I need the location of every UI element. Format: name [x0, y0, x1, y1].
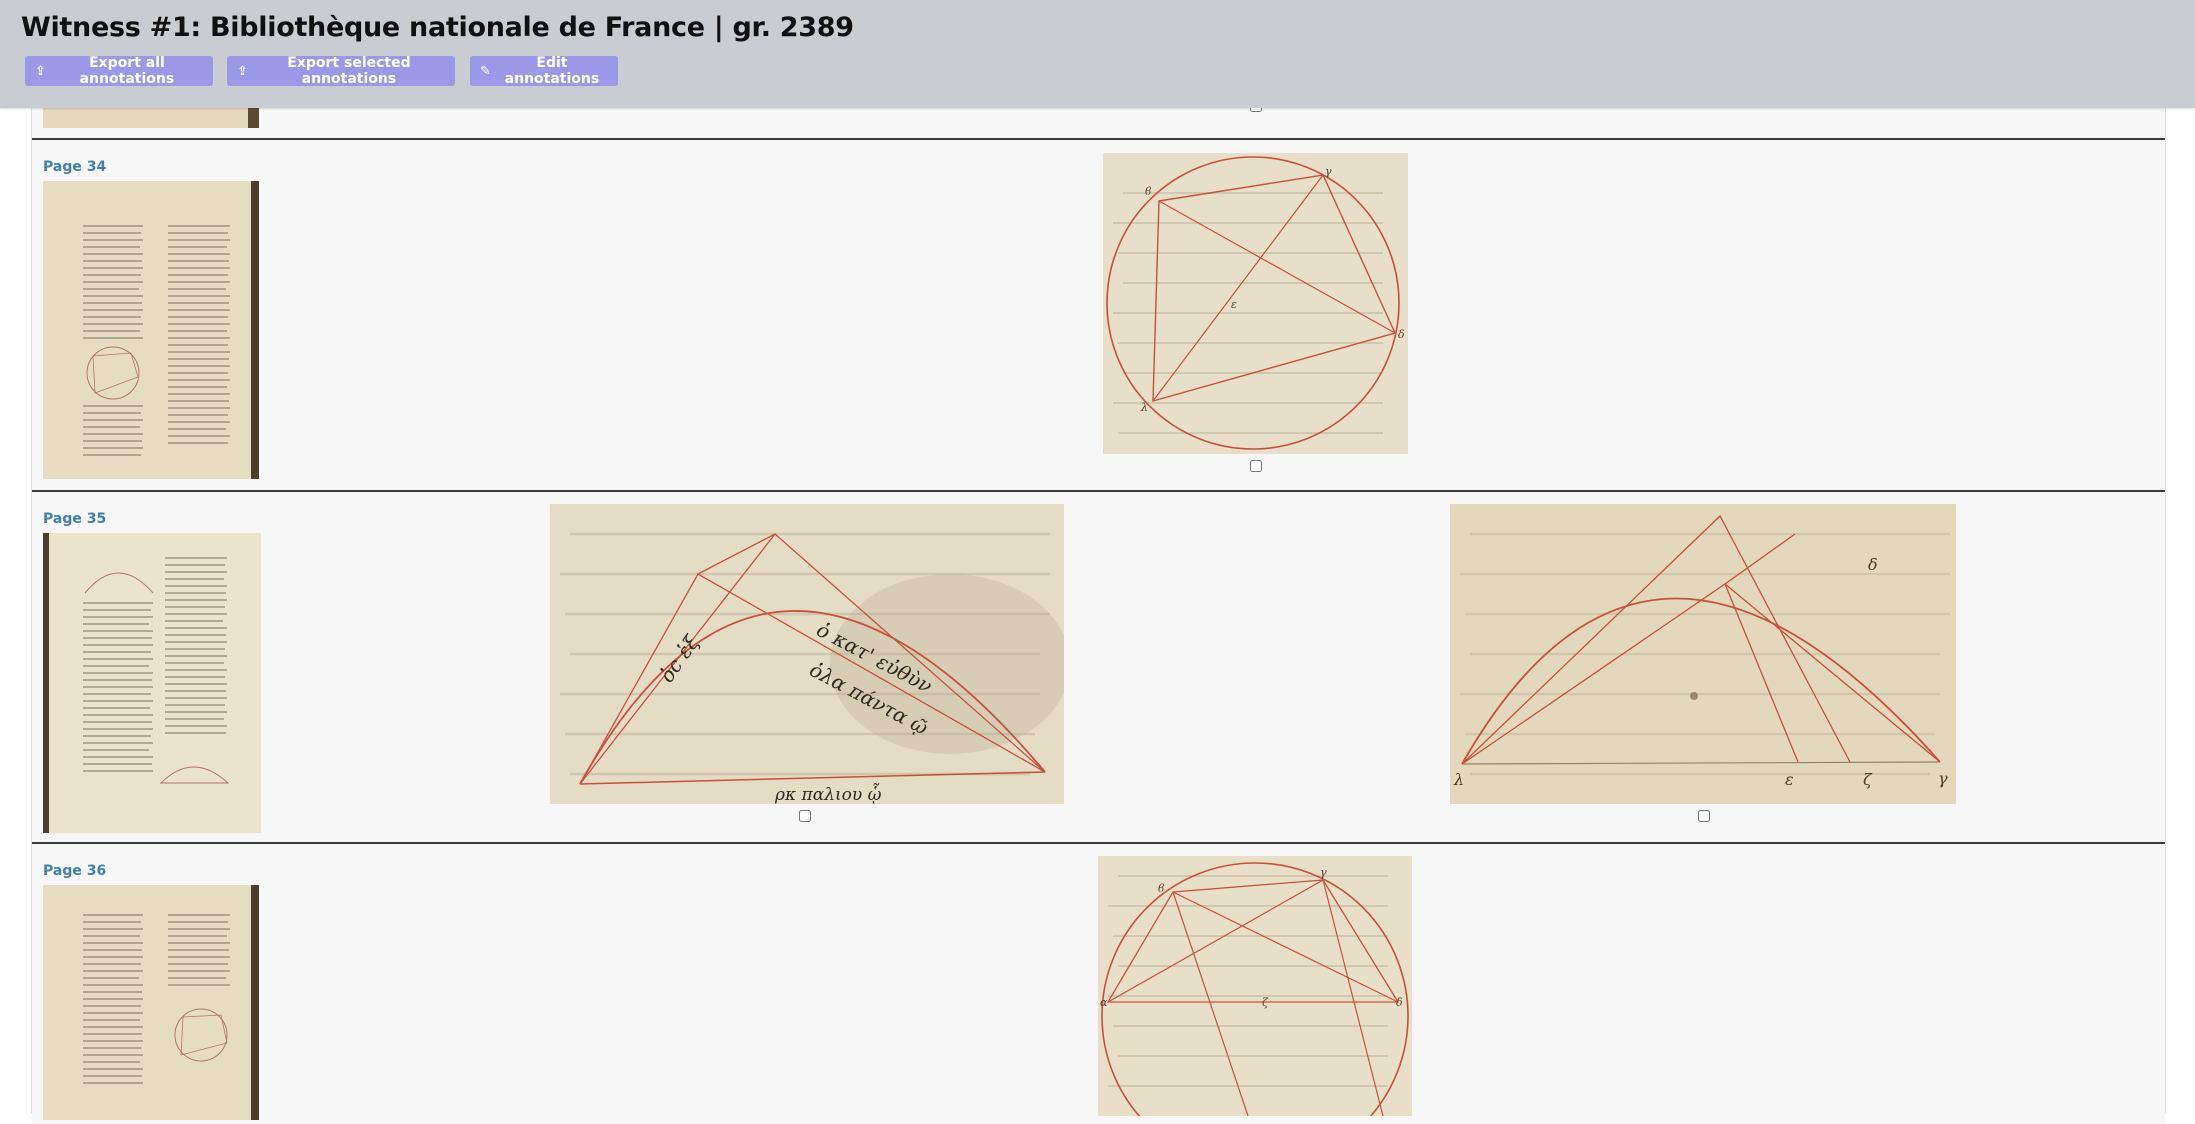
pencil-icon: ✎	[480, 63, 491, 79]
svg-text:ε: ε	[1785, 770, 1794, 789]
annotation-select-checkbox[interactable]	[799, 810, 811, 822]
svg-text:ϐ: ϐ	[1145, 185, 1152, 198]
annotation-image[interactable]: λ ε ζ γ δ	[1450, 504, 1956, 804]
svg-text:γ: γ	[1938, 769, 1948, 788]
edit-annotations-button[interactable]: ✎ Edit annotations	[470, 55, 618, 87]
export-selected-annotations-button[interactable]: ⇪ Export selected annotations	[227, 55, 455, 87]
svg-text:λ: λ	[1453, 770, 1464, 789]
annotation-image[interactable]: ὀϲ ἑξ ὁ κατ' εὐθὺν ὁλα πάντα ῷ ρκ παλιου…	[550, 504, 1064, 804]
annotation-image[interactable]: ϐ γ δ λ ε	[1103, 153, 1408, 454]
page-label[interactable]: Page 34	[43, 159, 106, 175]
page-thumbnail[interactable]	[43, 533, 261, 833]
svg-text:γ: γ	[1325, 165, 1332, 178]
annotation-list: Page 34 ϐ γ δ λ ε Page 35 ὀϲ ἑξ ὁ κατ' ε…	[31, 0, 2166, 1124]
witness-header: Witness #1: Bibliothèque nationale de Fr…	[0, 0, 2195, 108]
annotation-select-checkbox[interactable]	[1250, 460, 1262, 472]
page-thumbnail[interactable]	[43, 181, 259, 479]
svg-text:ρκ παλιου ᾧ: ρκ παλιου ᾧ	[774, 783, 882, 804]
page-row: Page 34 ϐ γ δ λ ε	[32, 138, 2165, 492]
annotation-image[interactable]: ϐ γ δ α ζ	[1098, 856, 1412, 1116]
svg-text:ε: ε	[1231, 298, 1237, 311]
svg-text:δ: δ	[1396, 996, 1403, 1009]
svg-text:ζ: ζ	[1262, 996, 1269, 1009]
page-row: Page 35 ὀϲ ἑξ ὁ κατ' εὐθὺν ὁλα πάντα ῷ ρ…	[32, 490, 2165, 844]
svg-text:δ: δ	[1868, 555, 1878, 574]
export-icon: ⇪	[35, 63, 46, 79]
svg-text:γ: γ	[1320, 866, 1327, 879]
svg-text:ϐ: ϐ	[1158, 882, 1165, 895]
export-all-label: Export all annotations	[79, 55, 175, 87]
page-thumbnail[interactable]	[43, 885, 259, 1120]
page-label[interactable]: Page 36	[43, 863, 106, 879]
page-label[interactable]: Page 35	[43, 511, 106, 527]
annotation-select-checkbox[interactable]	[1698, 810, 1710, 822]
export-selected-label: Export selected annotations	[287, 55, 411, 87]
export-icon: ⇪	[237, 63, 248, 79]
page-row: Page 36 ϐ γ δ α ζ	[32, 842, 2165, 1124]
svg-text:ζ: ζ	[1863, 770, 1873, 789]
export-all-annotations-button[interactable]: ⇪ Export all annotations	[25, 55, 213, 87]
edit-label: Edit annotations	[504, 55, 600, 87]
svg-text:δ: δ	[1398, 328, 1405, 341]
page-title: Witness #1: Bibliothèque nationale de Fr…	[21, 12, 854, 43]
svg-text:α: α	[1100, 996, 1108, 1009]
svg-text:λ: λ	[1140, 401, 1148, 414]
